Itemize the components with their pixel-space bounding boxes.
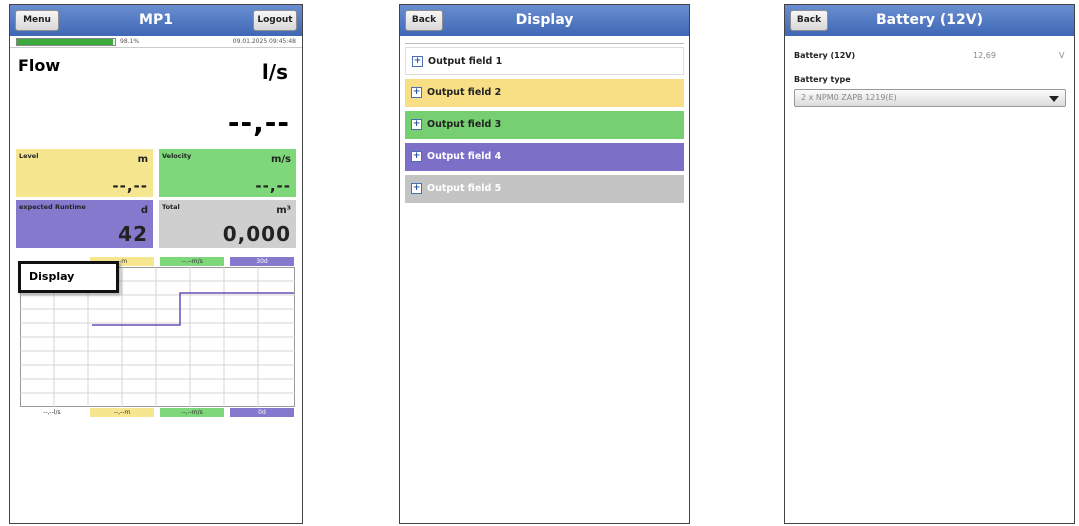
tile-velocity[interactable]: Velocity m/s --,-- [159, 149, 296, 197]
tile-unit: d [140, 205, 148, 216]
output-field-label: Output field 4 [427, 151, 502, 162]
divider [405, 43, 684, 44]
tile-level[interactable]: Level m --,-- [16, 149, 153, 197]
battery-type-label: Battery type [794, 75, 851, 84]
battery-type-select[interactable]: 2 x NPM0 ZAPB 1219(E) [794, 89, 1066, 107]
tile-value: --,-- [255, 177, 291, 195]
display-menu-item[interactable]: Display [29, 270, 74, 283]
battery-header: Back Battery (12V) [785, 5, 1074, 36]
display-title: Display [515, 12, 574, 28]
tile-label: Velocity [162, 152, 192, 160]
flow-value: --,-- [227, 106, 290, 139]
tile-label: expected Runtime [19, 203, 86, 211]
chart-bottom-level: --,--m [90, 408, 154, 417]
status-row: 98.1% 09.01.2025 09:45:48 [10, 36, 302, 48]
battery-type-value: 2 x NPM0 ZAPB 1219(E) [801, 93, 897, 102]
tile-unit: m³ [276, 205, 291, 216]
flow-display[interactable]: Flow l/s --,-- [10, 48, 302, 146]
output-field-row[interactable]: + Output field 3 [405, 111, 684, 139]
expand-plus-icon[interactable]: + [411, 87, 422, 98]
battery-progress-bar [16, 38, 116, 46]
output-field-label: Output field 5 [427, 183, 502, 194]
battery-voltage-label: Battery (12V) [794, 51, 856, 60]
output-field-row[interactable]: + Output field 2 [405, 79, 684, 107]
chart-top-runtime: 30d [230, 257, 294, 266]
tile-label: Level [19, 152, 39, 160]
battery-screen: Back Battery (12V) Battery (12V) 12,69 V… [784, 4, 1075, 524]
mp1-screen: Menu MP1 Logout 98.1% 09.01.2025 09:45:4… [9, 4, 303, 524]
tile-value: 42 [118, 222, 148, 246]
tile-unit: m [137, 154, 148, 165]
tile-expected-runtime[interactable]: expected Runtime d 42 [16, 200, 153, 248]
battery-voltage-unit: V [1059, 51, 1065, 60]
display-screen: Back Display + Output field 1 + Output f… [399, 4, 690, 524]
flow-label: Flow [18, 56, 61, 75]
output-field-row[interactable]: + Output field 4 [405, 143, 684, 171]
tile-label: Total [162, 203, 180, 211]
output-field-label: Output field 1 [428, 56, 503, 67]
battery-title: Battery (12V) [875, 12, 984, 28]
chart-top-velocity: --.--m/s [160, 257, 224, 266]
expand-plus-icon[interactable]: + [411, 119, 422, 130]
tile-unit: m/s [270, 154, 291, 165]
battery-progress-fill [17, 39, 114, 45]
output-field-label: Output field 2 [427, 87, 502, 98]
chart-bottom-flow: --,--l/s [20, 408, 84, 417]
display-context-menu[interactable]: Display [18, 261, 119, 293]
progress-value: 98.1% [120, 38, 140, 45]
output-field-label: Output field 3 [427, 119, 502, 130]
expand-plus-icon[interactable]: + [411, 183, 422, 194]
timestamp: 09.01.2025 09:45:48 [232, 38, 296, 45]
expand-plus-icon[interactable]: + [412, 56, 423, 67]
dropdown-arrow-icon[interactable] [1049, 96, 1059, 102]
output-field-row[interactable]: + Output field 5 [405, 175, 684, 203]
mp1-header: Menu MP1 Logout [10, 5, 302, 36]
tile-total[interactable]: Total m³ 0,000 [159, 200, 296, 248]
chart-bottom-velocity: --,--m/s [160, 408, 224, 417]
tile-value: 0,000 [222, 222, 291, 246]
tile-value: --,-- [112, 177, 148, 195]
logout-button[interactable]: Logout [253, 10, 297, 31]
chart-bottom-runtime: 0d [230, 408, 294, 417]
battery-voltage-value: 12,69 [973, 51, 996, 60]
display-header: Back Display [400, 5, 689, 36]
output-field-row[interactable]: + Output field 1 [405, 47, 684, 75]
expand-plus-icon[interactable]: + [411, 151, 422, 162]
flow-unit: l/s [261, 60, 288, 84]
